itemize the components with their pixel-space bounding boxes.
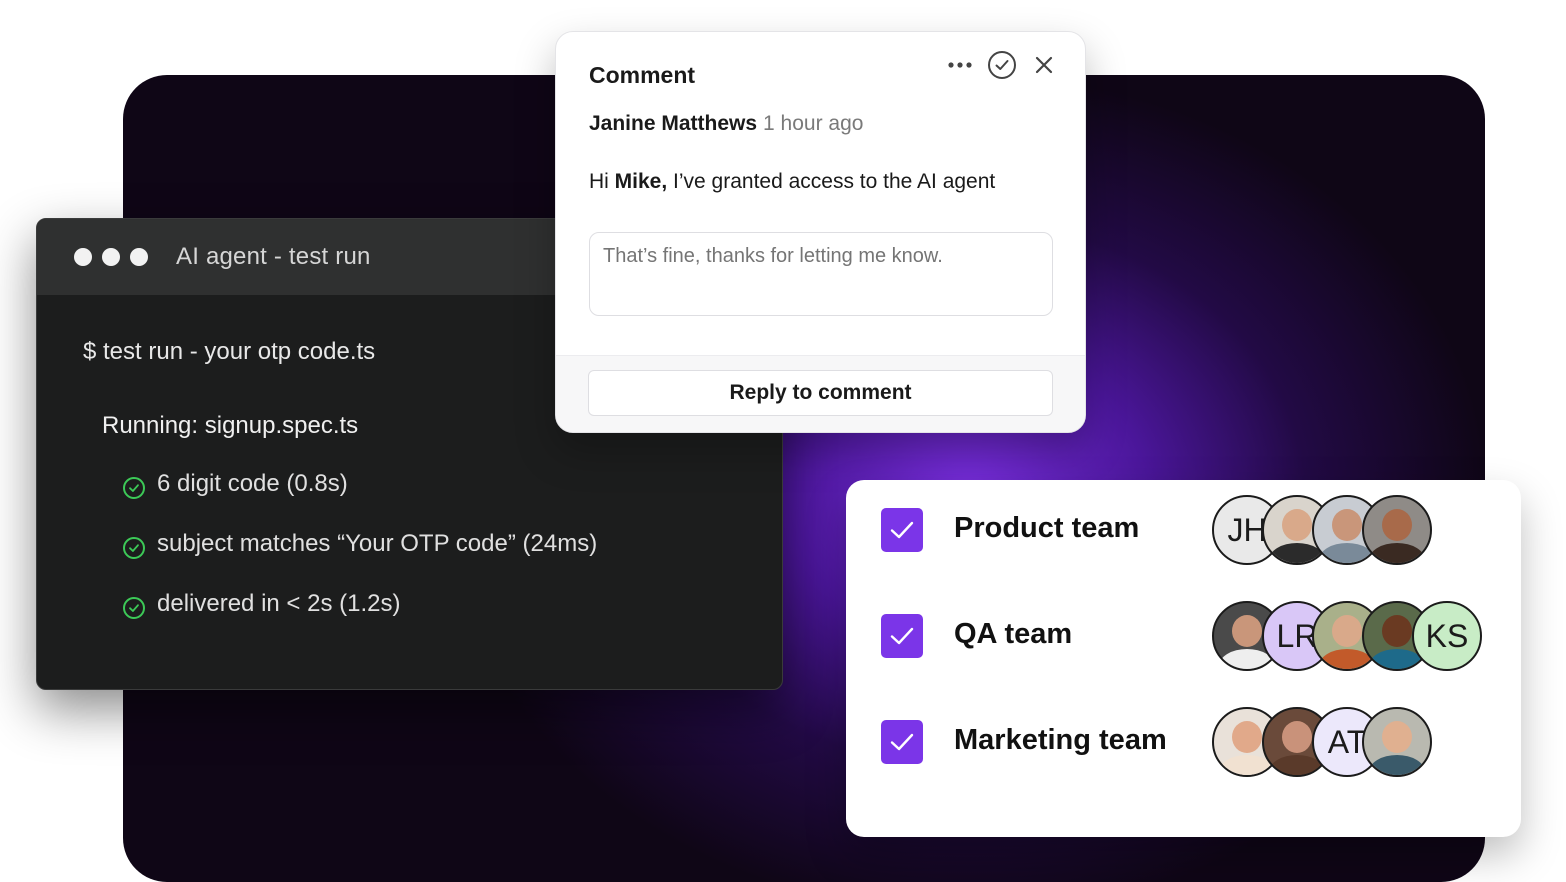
avatar-group: JH xyxy=(1212,495,1432,565)
avatar-group: AT xyxy=(1212,707,1432,777)
test-result-label: 6 digit code (0.8s) xyxy=(157,470,348,497)
avatar-photo[interactable] xyxy=(1362,707,1432,777)
reply-button[interactable]: Reply to comment xyxy=(588,370,1053,416)
window-dot-close[interactable] xyxy=(74,248,92,266)
team-name: QA team xyxy=(954,618,1073,650)
comment-actions xyxy=(945,50,1059,80)
comment-popup: Comment Janine Matthews 1 hour ago Hi Mik… xyxy=(555,31,1086,433)
terminal-command: $ test run - your otp code.ts xyxy=(83,338,376,365)
avatar-photo[interactable] xyxy=(1362,495,1432,565)
comment-meta: Janine Matthews 1 hour ago xyxy=(589,112,863,136)
check-circle-icon xyxy=(123,537,145,559)
test-result-label: delivered in < 2s (1.2s) xyxy=(157,590,401,617)
running-spec: Running: signup.spec.ts xyxy=(102,412,359,439)
terminal-title: AI agent - test run xyxy=(176,243,371,270)
avatar-group: LR KS xyxy=(1212,601,1482,671)
team-checkbox[interactable] xyxy=(881,720,923,764)
team-name: Marketing team xyxy=(954,724,1167,756)
comment-timestamp: 1 hour ago xyxy=(763,112,864,135)
resolve-check-icon[interactable] xyxy=(987,50,1017,80)
message-body: I’ve granted access to the AI agent xyxy=(667,170,996,193)
reply-input[interactable] xyxy=(589,232,1053,316)
team-name: Product team xyxy=(954,512,1140,544)
test-result: 6 digit code (0.8s) xyxy=(123,469,348,499)
message-mention[interactable]: Mike, xyxy=(615,170,668,193)
teams-card: Product team JH QA team LR KS Marketing t… xyxy=(846,480,1521,837)
more-options-icon[interactable] xyxy=(945,50,975,80)
comment-title: Comment xyxy=(589,62,696,88)
window-dot-maximize[interactable] xyxy=(130,248,148,266)
team-checkbox[interactable] xyxy=(881,508,923,552)
test-result: subject matches “Your OTP code” (24ms) xyxy=(123,529,597,559)
avatar-initials[interactable]: KS xyxy=(1412,601,1482,671)
window-controls xyxy=(74,248,148,266)
test-result: delivered in < 2s (1.2s) xyxy=(123,589,400,619)
window-dot-minimize[interactable] xyxy=(102,248,120,266)
close-icon[interactable] xyxy=(1029,50,1059,80)
comment-author[interactable]: Janine Matthews xyxy=(589,112,757,135)
check-circle-icon xyxy=(123,597,145,619)
check-circle-icon xyxy=(123,477,145,499)
team-checkbox[interactable] xyxy=(881,614,923,658)
comment-message: Hi Mike, I’ve granted access to the AI a… xyxy=(589,170,995,194)
comment-footer: Reply to comment xyxy=(556,355,1085,432)
message-greeting: Hi xyxy=(589,170,615,193)
test-result-label: subject matches “Your OTP code” (24ms) xyxy=(157,530,598,557)
